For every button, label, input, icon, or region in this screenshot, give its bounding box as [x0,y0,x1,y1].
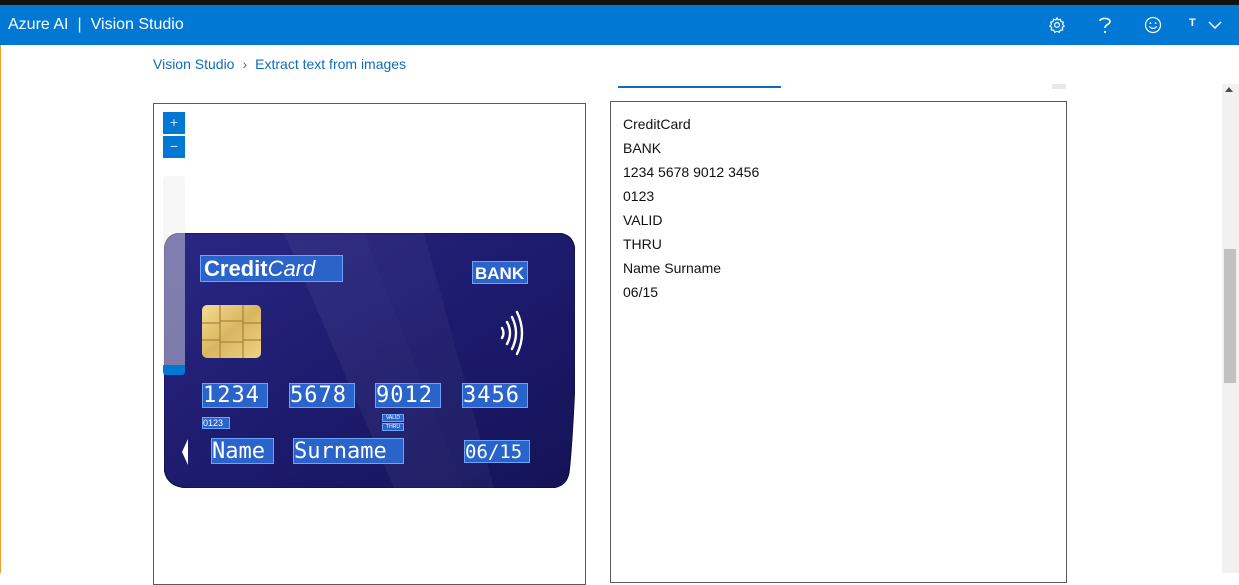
breadcrumb-vision-studio[interactable]: Vision Studio [153,56,234,72]
bbox-surname[interactable]: Surname [293,438,404,464]
breadcrumb: Vision Studio › Extract text from images [153,56,406,72]
zoom-out-button[interactable]: − [163,136,185,158]
ocr-line: VALID [623,212,663,228]
results-panel: CreditCard BANK 1234 5678 9012 3456 0123… [610,101,1067,583]
smiley-feedback-icon[interactable] [1142,14,1164,36]
bbox-code[interactable]: 0123 [202,417,230,429]
ocr-line: 1234 5678 9012 3456 [623,164,760,180]
ocr-line: 0123 [623,188,655,204]
zoom-in-button[interactable]: + [163,112,185,134]
help-icon[interactable] [1094,14,1116,36]
bbox-name[interactable]: Name [211,438,274,464]
bbox-number-4[interactable]: 3456 [462,383,528,408]
brand-separator: | [77,16,82,33]
app-header: Azure AI | Vision Studio T [0,5,1239,45]
ocr-line: 06/15 [623,284,659,300]
ocr-result-list: CreditCard BANK 1234 5678 9012 3456 0123… [623,112,759,304]
bbox-number-1[interactable]: 1234 [202,383,268,408]
active-tab-indicator[interactable] [618,86,781,88]
zoom-slider-handle[interactable] [163,365,185,375]
tab-overflow-indicator [1052,84,1066,89]
ocr-line: THRU [623,236,662,252]
card-text-credit: Credit [204,256,268,281]
product-name: Vision Studio [90,16,184,33]
bbox-expiry[interactable]: 06/15 [464,440,530,463]
user-avatar-initial[interactable]: T [1189,17,1196,29]
scrollbar-thumb[interactable] [1224,249,1236,383]
page-edge-accent [0,45,1,573]
breadcrumb-extract-text[interactable]: Extract text from images [255,56,406,72]
zoom-slider-track[interactable] [163,176,185,371]
chevron-down-icon[interactable] [1204,14,1226,36]
brand-name: Azure AI [8,16,69,33]
app-title[interactable]: Azure AI | Vision Studio [8,16,184,34]
ocr-line: CreditCard [623,116,691,132]
bbox-number-2[interactable]: 5678 [289,383,355,408]
bbox-thru[interactable]: THRU [382,423,404,431]
scroll-up-arrow-icon[interactable] [1225,87,1233,92]
chevron-right-icon: › [242,56,248,72]
card-text-card: Card [267,256,316,281]
gear-icon[interactable] [1046,14,1068,36]
bbox-creditcard[interactable]: CreditCard [200,255,343,282]
bbox-number-3[interactable]: 9012 [375,383,441,408]
ocr-line: BANK [623,140,662,156]
bbox-bank[interactable]: BANK [472,261,528,284]
ocr-line: Name Surname [623,260,722,276]
bbox-valid[interactable]: VALID [382,414,404,422]
